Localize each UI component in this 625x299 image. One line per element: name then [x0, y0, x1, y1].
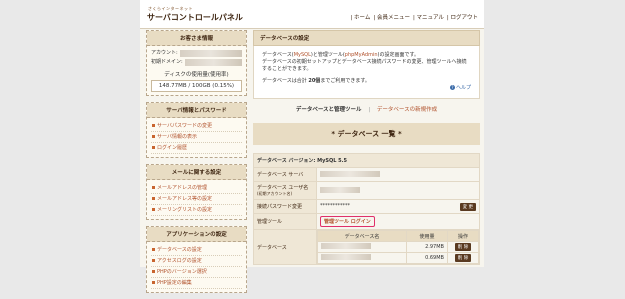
password-change-button[interactable]: 変 更 [459, 202, 476, 211]
admin-tool-label: 管理ツール [253, 213, 317, 230]
sub-nav-separator: | [368, 107, 371, 113]
password-mask: ************ [320, 202, 350, 209]
db-user-redacted [320, 186, 360, 193]
header: さくらインターネット サーバコントロールパネル | ホーム | 会員メニュー |… [140, 0, 484, 29]
help-link[interactable]: ? ヘルプ [262, 85, 471, 92]
account-label: アカウント: [151, 50, 178, 56]
info-box: データベース(MySQL)と管理ツール(phpMyAdmin)の設定画面です。 … [253, 46, 480, 99]
mail-title: メールに関する設定 [147, 165, 246, 180]
sidebar-item-php-settings[interactable]: PHP設定の編集 [151, 278, 242, 289]
customer-info-panel: お客さま情報 アカウント: 初期ドメイン: ディスクの使用量(使用率) 148.… [146, 30, 247, 96]
sidebar-item-mail-settings[interactable]: メールアドレス等の設定 [151, 194, 242, 205]
info-line-1: データベース(MySQL)と管理ツール(phpMyAdmin)の設定画面です。 [262, 52, 419, 58]
table-row: 0.69MB 削 除 [317, 252, 479, 264]
customer-info-title: お客さま情報 [147, 31, 246, 46]
sub-nav: データベースと管理ツール | データベースの新規作成 [253, 105, 480, 113]
delete-button[interactable]: 削 除 [454, 254, 472, 262]
page-frame: さくらインターネット サーバコントロールパネル | ホーム | 会員メニュー |… [140, 0, 484, 293]
info-line-4: データベースは合計 20個までご利用できます。 [262, 78, 370, 84]
nav-manual[interactable]: | マニュアル [413, 13, 444, 21]
admin-tool-login-link[interactable]: 管理ツール ログイン [320, 216, 375, 227]
col-action: 操作 [447, 230, 479, 242]
col-usage: 使用量 [406, 230, 448, 242]
control-panel-logo[interactable]: サーバコントロールパネル [147, 12, 243, 23]
domain-label: 初期ドメイン: [151, 59, 183, 65]
sidebar-item-server-info[interactable]: サーバ情報の表示 [151, 132, 242, 143]
disk-usage-label: ディスクの使用量(使用率) [164, 72, 229, 78]
sidebar: お客さま情報 アカウント: 初期ドメイン: ディスクの使用量(使用率) 148.… [146, 30, 247, 299]
sidebar-item-php-version[interactable]: PHPのバージョン選択 [151, 267, 242, 278]
app-panel: アプリケーションの設定 データベースの設定 アクセスログの設定 PHPのバージョ… [146, 226, 247, 293]
db-password-label: 接続パスワード変更 [253, 199, 317, 214]
page-title: データベースの設定 [253, 30, 480, 46]
sidebar-item-mailing-list[interactable]: メーリングリストの設定 [151, 205, 242, 216]
database-table: データベース バージョン: MySQL 5.5 データベース サーバ データベー… [253, 153, 480, 265]
col-db-name: データベース名 [317, 230, 407, 242]
db-user-label: データベース ユーザ名 (初期アカウント名) [253, 181, 317, 200]
info-line-3: することができます。 [262, 66, 312, 72]
db-server-redacted [320, 170, 380, 177]
help-icon: ? [449, 85, 455, 90]
server-info-panel: サーバ情報とパスワード サーバパスワードの変更 サーバ情報の表示 ログイン履歴 [146, 102, 247, 158]
db-usage: 0.69MB [406, 252, 448, 264]
database-list-title: * データベース 一覧 * [253, 123, 480, 145]
sidebar-item-mail-address[interactable]: メールアドレスの管理 [151, 183, 242, 194]
db-name-redacted [321, 243, 371, 249]
sidebar-item-login-history[interactable]: ログイン履歴 [151, 143, 242, 154]
database-list: データベース名 使用量 操作 2.97MB 削 除 0.69MB 削 除 [317, 230, 479, 264]
db-name-redacted [321, 254, 371, 260]
sidebar-item-server-password[interactable]: サーバパスワードの変更 [151, 121, 242, 132]
table-row: 2.97MB 削 除 [317, 241, 479, 253]
db-server-label: データベース サーバ [253, 167, 317, 182]
mail-panel: メールに関する設定 メールアドレスの管理 メールアドレス等の設定 メーリングリス… [146, 164, 247, 220]
top-nav: | ホーム | 会員メニュー | マニュアル | ログアウト [350, 13, 478, 21]
tab-database-tools[interactable]: データベースと管理ツール [296, 107, 362, 113]
nav-logout[interactable]: | ログアウト [447, 13, 478, 21]
disk-usage-value: 148.77MB / 100GB (0.15%) [151, 80, 242, 92]
mysql-link[interactable]: MySQL [294, 52, 311, 58]
database-version: データベース バージョン: MySQL 5.5 [253, 153, 480, 168]
phpmyadmin-link[interactable]: phpMyAdmin [345, 52, 378, 58]
info-line-2: データベースの初期セットアップとデータベース接続パスワードの変更、管理ツールへ接… [262, 59, 467, 65]
db-usage: 2.97MB [406, 241, 448, 253]
app-title: アプリケーションの設定 [147, 227, 246, 242]
nav-home[interactable]: | ホーム [350, 13, 370, 21]
database-label: データベース [253, 229, 317, 265]
delete-button[interactable]: 削 除 [454, 243, 472, 251]
main-content: データベースの設定 データベース(MySQL)と管理ツール(phpMyAdmin… [253, 30, 480, 265]
domain-redacted [184, 59, 242, 66]
sidebar-item-database[interactable]: データベースの設定 [151, 245, 242, 256]
account-redacted [179, 50, 242, 57]
nav-member-menu[interactable]: | 会員メニュー [373, 13, 410, 21]
sidebar-item-access-log[interactable]: アクセスログの設定 [151, 256, 242, 267]
tab-new-database[interactable]: データベースの新規作成 [377, 107, 437, 113]
server-info-title: サーバ情報とパスワード [147, 103, 246, 118]
